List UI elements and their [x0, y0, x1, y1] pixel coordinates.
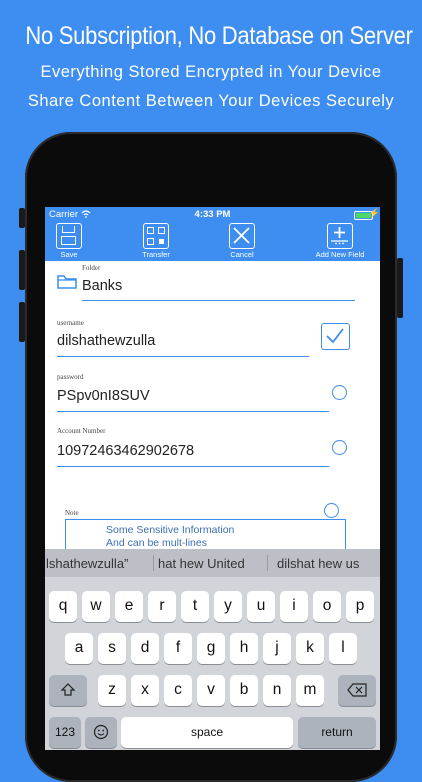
- key-y[interactable]: y: [214, 591, 242, 622]
- key-k[interactable]: k: [296, 633, 324, 664]
- shift-icon: [60, 683, 76, 696]
- key-f[interactable]: f: [164, 633, 192, 664]
- key-s[interactable]: s: [98, 633, 126, 664]
- username-checkbox[interactable]: [321, 323, 350, 350]
- folder-icon: [57, 274, 77, 295]
- folder-value[interactable]: Banks: [82, 278, 122, 294]
- key-m[interactable]: m: [296, 675, 324, 706]
- toolbar: Save Transfer Cancel Add New Field: [45, 223, 380, 261]
- key-o[interactable]: o: [313, 591, 341, 622]
- password-radio[interactable]: [332, 385, 347, 400]
- close-icon: [229, 223, 255, 249]
- username-label: username: [57, 319, 84, 327]
- key-c[interactable]: c: [164, 675, 192, 706]
- key-b[interactable]: b: [230, 675, 258, 706]
- key-x[interactable]: x: [131, 675, 159, 706]
- status-bar: Carrier 4:33 PM ⚡: [45, 207, 380, 223]
- numbers-key[interactable]: 123: [49, 717, 81, 748]
- cancel-label: Cancel: [230, 250, 254, 259]
- suggestion-2[interactable]: hat hew United: [158, 556, 245, 571]
- account-number-radio[interactable]: [332, 440, 347, 455]
- note-radio[interactable]: [324, 503, 339, 518]
- note-line-2: And can be mult-lines: [106, 537, 207, 549]
- keyboard: lshathewzulla” hat hew United dilshat he…: [45, 549, 380, 750]
- mute-switch: [19, 208, 25, 228]
- return-key[interactable]: return: [298, 717, 376, 748]
- key-u[interactable]: u: [247, 591, 275, 622]
- add-new-field-button[interactable]: Add New Field: [309, 223, 371, 259]
- promo-subline-1: Everything Stored Encrypted in Your Devi…: [40, 63, 382, 81]
- username-field[interactable]: dilshathewzulla: [57, 333, 155, 349]
- key-j[interactable]: j: [263, 633, 291, 664]
- suggestion-1[interactable]: lshathewzulla”: [46, 556, 128, 571]
- key-w[interactable]: w: [82, 591, 110, 622]
- phone-screen: Carrier 4:33 PM ⚡ Save Transfer Cancel A…: [45, 207, 380, 750]
- add-field-icon: [327, 223, 353, 249]
- emoji-icon: [93, 724, 109, 740]
- key-l[interactable]: l: [329, 633, 357, 664]
- save-icon: [56, 223, 82, 249]
- cancel-button[interactable]: Cancel: [226, 223, 258, 259]
- key-e[interactable]: e: [115, 591, 143, 622]
- account-number-field[interactable]: 10972463462902678: [57, 443, 194, 459]
- key-n[interactable]: n: [263, 675, 291, 706]
- note-label: Note: [65, 509, 79, 517]
- add-field-label: Add New Field: [315, 250, 365, 259]
- key-t[interactable]: t: [181, 591, 209, 622]
- password-underline: [57, 411, 329, 412]
- status-time: 4:33 PM: [194, 209, 231, 220]
- password-field[interactable]: PSpv0nI8SUV: [57, 388, 150, 404]
- account-number-underline: [57, 466, 329, 467]
- promo-headline: No Subscription, No Database on Server: [25, 22, 413, 50]
- qr-code-icon: [143, 223, 169, 249]
- key-h[interactable]: h: [230, 633, 258, 664]
- space-key[interactable]: space: [121, 717, 293, 748]
- volume-up-button: [19, 250, 25, 290]
- shift-key[interactable]: [49, 675, 87, 706]
- folder-underline: [82, 300, 355, 301]
- folder-label: Folder: [82, 264, 101, 272]
- save-button[interactable]: Save: [54, 223, 84, 259]
- suggestion-bar: lshathewzulla” hat hew United dilshat he…: [45, 549, 380, 577]
- note-line-1: Some Sensitive Information: [106, 524, 235, 536]
- key-q[interactable]: q: [49, 591, 77, 622]
- key-r[interactable]: r: [148, 591, 176, 622]
- emoji-key[interactable]: [85, 717, 117, 748]
- key-v[interactable]: v: [197, 675, 225, 706]
- volume-down-button: [19, 302, 25, 342]
- password-label: password: [57, 373, 84, 381]
- checkmark-icon: [326, 328, 344, 344]
- power-button: [397, 258, 403, 318]
- key-p[interactable]: p: [346, 591, 374, 622]
- transfer-label: Transfer: [142, 250, 170, 259]
- suggestion-divider: [267, 555, 268, 571]
- account-number-label: Account Number: [57, 427, 106, 435]
- key-a[interactable]: a: [65, 633, 93, 664]
- transfer-button[interactable]: Transfer: [137, 223, 175, 259]
- key-i[interactable]: i: [280, 591, 308, 622]
- charging-icon: ⚡: [368, 208, 380, 218]
- delete-key[interactable]: [338, 675, 376, 706]
- promo-subline-2: Share Content Between Your Devices Secur…: [27, 92, 395, 110]
- suggestion-divider: [153, 555, 154, 571]
- save-label: Save: [60, 250, 78, 259]
- key-d[interactable]: d: [131, 633, 159, 664]
- username-underline: [57, 356, 309, 357]
- key-g[interactable]: g: [197, 633, 225, 664]
- key-z[interactable]: z: [98, 675, 126, 706]
- suggestion-3[interactable]: dilshat hew us: [277, 556, 359, 571]
- backspace-icon: [347, 683, 367, 697]
